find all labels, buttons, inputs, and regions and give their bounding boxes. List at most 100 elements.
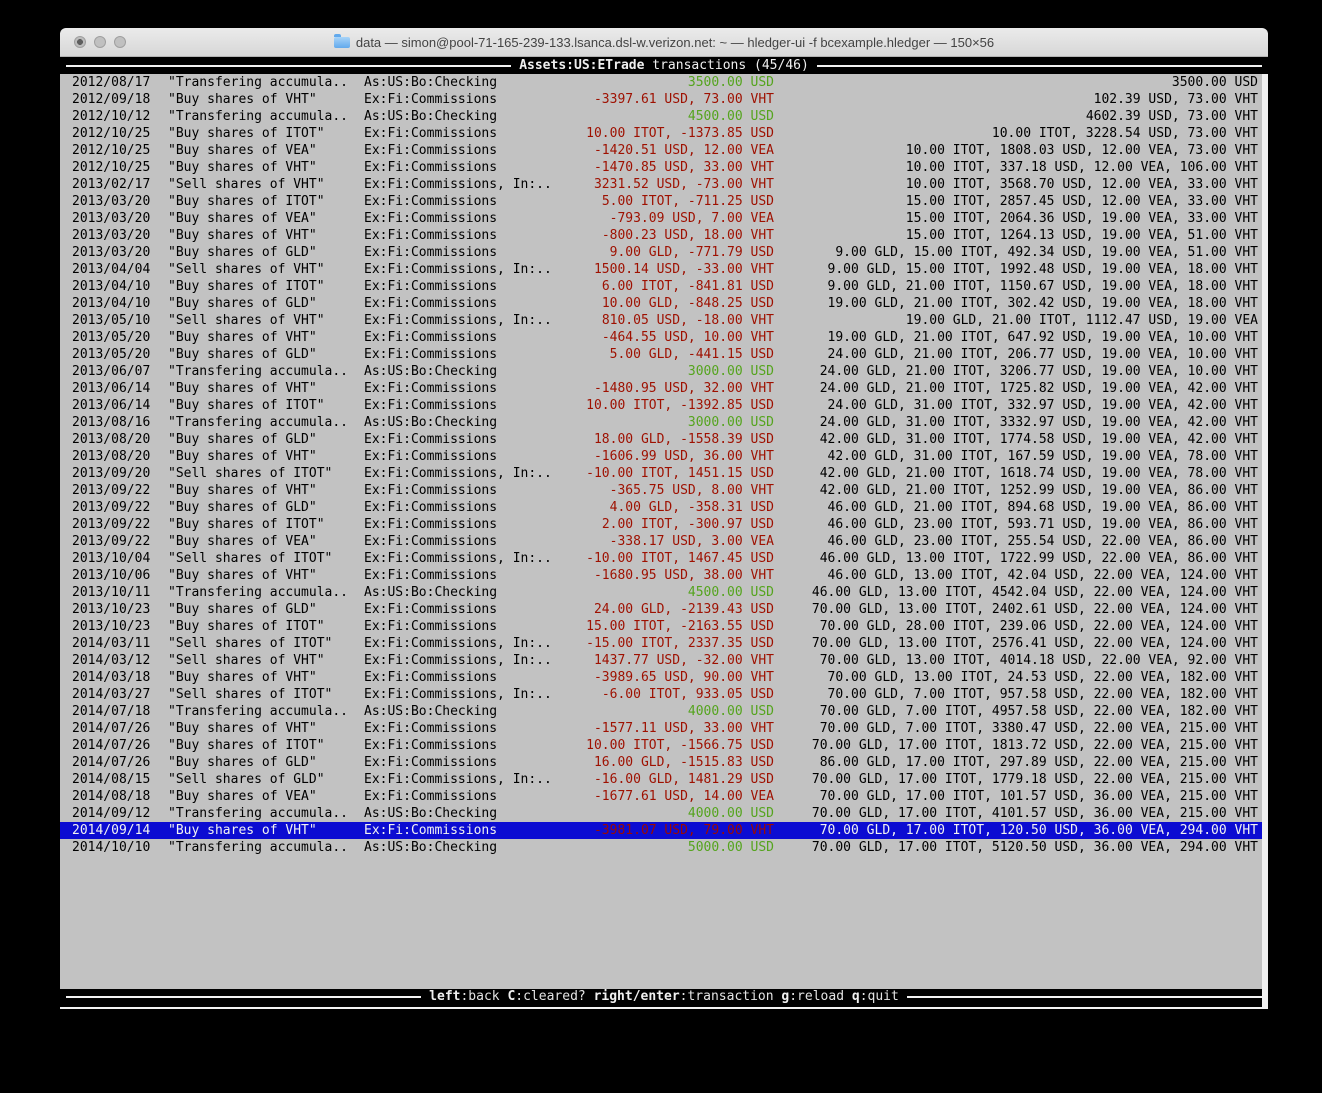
transaction-running-balance: 4602.39 USD, 73.00 VHT xyxy=(774,108,1258,125)
transaction-description: "Buy shares of VHT" xyxy=(168,91,364,108)
transaction-row[interactable]: 2013/03/20 "Buy shares of ITOT" Ex:Fi:Co… xyxy=(60,193,1268,210)
transaction-row[interactable]: 2012/08/17 "Transfering accumula.. As:US… xyxy=(60,74,1268,91)
transaction-description: "Buy shares of GLD" xyxy=(168,431,364,448)
transaction-row[interactable]: 2014/07/26 "Buy shares of GLD" Ex:Fi:Com… xyxy=(60,754,1268,771)
transaction-running-balance: 46.00 GLD, 21.00 ITOT, 894.68 USD, 19.00… xyxy=(774,499,1258,516)
transaction-running-balance: 19.00 GLD, 21.00 ITOT, 1112.47 USD, 19.0… xyxy=(774,312,1258,329)
transaction-row[interactable]: 2013/06/14 "Buy shares of ITOT" Ex:Fi:Co… xyxy=(60,397,1268,414)
transaction-change-amount: -10.00 ITOT, 1467.45 USD xyxy=(560,550,774,567)
transaction-row[interactable]: 2014/03/12 "Sell shares of VHT" Ex:Fi:Co… xyxy=(60,652,1268,669)
transaction-row[interactable]: 2013/05/20 "Buy shares of GLD" Ex:Fi:Com… xyxy=(60,346,1268,363)
transaction-accounts: Ex:Fi:Commissions xyxy=(364,244,560,261)
transaction-row[interactable]: 2014/03/18 "Buy shares of VHT" Ex:Fi:Com… xyxy=(60,669,1268,686)
transaction-date: 2014/07/26 xyxy=(72,737,168,754)
window-titlebar[interactable]: data — simon@pool-71-165-239-133.lsanca.… xyxy=(60,28,1268,57)
transaction-change-amount: 4500.00 USD xyxy=(560,108,774,125)
close-button[interactable] xyxy=(74,36,86,48)
transaction-change-amount: -1480.95 USD, 32.00 VHT xyxy=(560,380,774,397)
transaction-date: 2013/09/22 xyxy=(72,499,168,516)
transaction-accounts: Ex:Fi:Commissions xyxy=(364,448,560,465)
transaction-accounts: Ex:Fi:Commissions, In:.. xyxy=(364,686,560,703)
transaction-change-amount: 4500.00 USD xyxy=(560,584,774,601)
transaction-row[interactable]: 2014/09/14 "Buy shares of VHT" Ex:Fi:Com… xyxy=(60,822,1268,839)
transaction-row[interactable]: 2013/06/07 "Transfering accumula.. As:US… xyxy=(60,363,1268,380)
transaction-row[interactable]: 2013/05/20 "Buy shares of VHT" Ex:Fi:Com… xyxy=(60,329,1268,346)
transaction-description: "Buy shares of VHT" xyxy=(168,159,364,176)
transaction-change-amount: -338.17 USD, 3.00 VEA xyxy=(560,533,774,550)
transaction-change-amount: 4000.00 USD xyxy=(560,703,774,720)
transaction-row[interactable]: 2013/10/04 "Sell shares of ITOT" Ex:Fi:C… xyxy=(60,550,1268,567)
transaction-date: 2014/09/14 xyxy=(72,822,168,839)
transaction-row[interactable]: 2013/04/04 "Sell shares of VHT" Ex:Fi:Co… xyxy=(60,261,1268,278)
transaction-row[interactable]: 2013/03/20 "Buy shares of VHT" Ex:Fi:Com… xyxy=(60,227,1268,244)
transaction-row[interactable]: 2012/10/25 "Buy shares of VEA" Ex:Fi:Com… xyxy=(60,142,1268,159)
transaction-accounts: Ex:Fi:Commissions xyxy=(364,125,560,142)
transaction-row[interactable]: 2013/04/10 "Buy shares of GLD" Ex:Fi:Com… xyxy=(60,295,1268,312)
transaction-row[interactable]: 2013/08/20 "Buy shares of GLD" Ex:Fi:Com… xyxy=(60,431,1268,448)
transaction-row[interactable]: 2014/03/27 "Sell shares of ITOT" Ex:Fi:C… xyxy=(60,686,1268,703)
transaction-date: 2013/06/14 xyxy=(72,380,168,397)
scrollbar[interactable] xyxy=(1262,74,1268,1007)
transaction-row[interactable]: 2013/08/16 "Transfering accumula.. As:US… xyxy=(60,414,1268,431)
transaction-row[interactable]: 2013/10/23 "Buy shares of GLD" Ex:Fi:Com… xyxy=(60,601,1268,618)
transaction-running-balance: 9.00 GLD, 21.00 ITOT, 1150.67 USD, 19.00… xyxy=(774,278,1258,295)
transaction-description: "Sell shares of ITOT" xyxy=(168,550,364,567)
transaction-row[interactable]: 2013/06/14 "Buy shares of VHT" Ex:Fi:Com… xyxy=(60,380,1268,397)
transaction-running-balance: 46.00 GLD, 13.00 ITOT, 1722.99 USD, 22.0… xyxy=(774,550,1258,567)
header-rule-left xyxy=(66,65,511,67)
transaction-row[interactable]: 2013/09/22 "Buy shares of VEA" Ex:Fi:Com… xyxy=(60,533,1268,550)
transaction-row[interactable]: 2014/07/18 "Transfering accumula.. As:US… xyxy=(60,703,1268,720)
transaction-date: 2013/03/20 xyxy=(72,210,168,227)
transaction-description: "Buy shares of VEA" xyxy=(168,533,364,550)
transaction-change-amount: -15.00 ITOT, 2337.35 USD xyxy=(560,635,774,652)
transaction-row[interactable]: 2012/10/25 "Buy shares of ITOT" Ex:Fi:Co… xyxy=(60,125,1268,142)
transaction-change-amount: 10.00 ITOT, -1392.85 USD xyxy=(560,397,774,414)
transaction-row[interactable]: 2014/07/26 "Buy shares of ITOT" Ex:Fi:Co… xyxy=(60,737,1268,754)
transaction-accounts: Ex:Fi:Commissions xyxy=(364,193,560,210)
transaction-change-amount: -1470.85 USD, 33.00 VHT xyxy=(560,159,774,176)
transaction-row[interactable]: 2012/10/25 "Buy shares of VHT" Ex:Fi:Com… xyxy=(60,159,1268,176)
transaction-row[interactable]: 2014/03/11 "Sell shares of ITOT" Ex:Fi:C… xyxy=(60,635,1268,652)
window-title: data — simon@pool-71-165-239-133.lsanca.… xyxy=(356,35,994,50)
transaction-row[interactable]: 2013/10/23 "Buy shares of ITOT" Ex:Fi:Co… xyxy=(60,618,1268,635)
transaction-row[interactable]: 2013/09/22 "Buy shares of ITOT" Ex:Fi:Co… xyxy=(60,516,1268,533)
transaction-row[interactable]: 2013/09/22 "Buy shares of VHT" Ex:Fi:Com… xyxy=(60,482,1268,499)
minimize-button[interactable] xyxy=(94,36,106,48)
transaction-row[interactable]: 2012/10/12 "Transfering accumula.. As:US… xyxy=(60,108,1268,125)
transaction-date: 2013/10/06 xyxy=(72,567,168,584)
transaction-running-balance: 19.00 GLD, 21.00 ITOT, 647.92 USD, 19.00… xyxy=(774,329,1258,346)
transaction-row[interactable]: 2013/02/17 "Sell shares of VHT" Ex:Fi:Co… xyxy=(60,176,1268,193)
zoom-button[interactable] xyxy=(114,36,126,48)
transaction-row[interactable]: 2014/09/12 "Transfering accumula.. As:US… xyxy=(60,805,1268,822)
transaction-row[interactable]: 2014/08/18 "Buy shares of VEA" Ex:Fi:Com… xyxy=(60,788,1268,805)
transaction-description: "Buy shares of VHT" xyxy=(168,669,364,686)
transaction-row[interactable]: 2012/09/18 "Buy shares of VHT" Ex:Fi:Com… xyxy=(60,91,1268,108)
transaction-running-balance: 10.00 ITOT, 337.18 USD, 12.00 VEA, 106.0… xyxy=(774,159,1258,176)
transaction-running-balance: 9.00 GLD, 15.00 ITOT, 1992.48 USD, 19.00… xyxy=(774,261,1258,278)
footer-gap-2 xyxy=(60,1009,1268,1012)
transaction-row[interactable]: 2013/08/20 "Buy shares of VHT" Ex:Fi:Com… xyxy=(60,448,1268,465)
transaction-row[interactable]: 2014/10/10 "Transfering accumula.. As:US… xyxy=(60,839,1268,856)
transaction-change-amount: 16.00 GLD, -1515.83 USD xyxy=(560,754,774,771)
transaction-row[interactable]: 2013/04/10 "Buy shares of ITOT" Ex:Fi:Co… xyxy=(60,278,1268,295)
transaction-row[interactable]: 2013/10/11 "Transfering accumula.. As:US… xyxy=(60,584,1268,601)
key-hint-key: right/enter xyxy=(594,989,680,1004)
transaction-change-amount: -800.23 USD, 18.00 VHT xyxy=(560,227,774,244)
transaction-row[interactable]: 2013/09/20 "Sell shares of ITOT" Ex:Fi:C… xyxy=(60,465,1268,482)
transaction-row[interactable]: 2014/07/26 "Buy shares of VHT" Ex:Fi:Com… xyxy=(60,720,1268,737)
transaction-change-amount: -16.00 GLD, 1481.29 USD xyxy=(560,771,774,788)
transaction-row[interactable]: 2013/09/22 "Buy shares of GLD" Ex:Fi:Com… xyxy=(60,499,1268,516)
transaction-accounts: Ex:Fi:Commissions xyxy=(364,91,560,108)
transaction-date: 2014/03/27 xyxy=(72,686,168,703)
transaction-row[interactable]: 2013/03/20 "Buy shares of VEA" Ex:Fi:Com… xyxy=(60,210,1268,227)
transaction-running-balance: 15.00 ITOT, 1264.13 USD, 19.00 VEA, 51.0… xyxy=(774,227,1258,244)
transaction-accounts: Ex:Fi:Commissions xyxy=(364,822,560,839)
transaction-row[interactable]: 2013/05/10 "Sell shares of VHT" Ex:Fi:Co… xyxy=(60,312,1268,329)
transaction-accounts: Ex:Fi:Commissions xyxy=(364,601,560,618)
transaction-change-amount: 5.00 ITOT, -711.25 USD xyxy=(560,193,774,210)
transaction-date: 2013/09/22 xyxy=(72,533,168,550)
transaction-row[interactable]: 2013/03/20 "Buy shares of GLD" Ex:Fi:Com… xyxy=(60,244,1268,261)
transaction-date: 2013/04/04 xyxy=(72,261,168,278)
transaction-row[interactable]: 2014/08/15 "Sell shares of GLD" Ex:Fi:Co… xyxy=(60,771,1268,788)
transaction-row[interactable]: 2013/10/06 "Buy shares of VHT" Ex:Fi:Com… xyxy=(60,567,1268,584)
